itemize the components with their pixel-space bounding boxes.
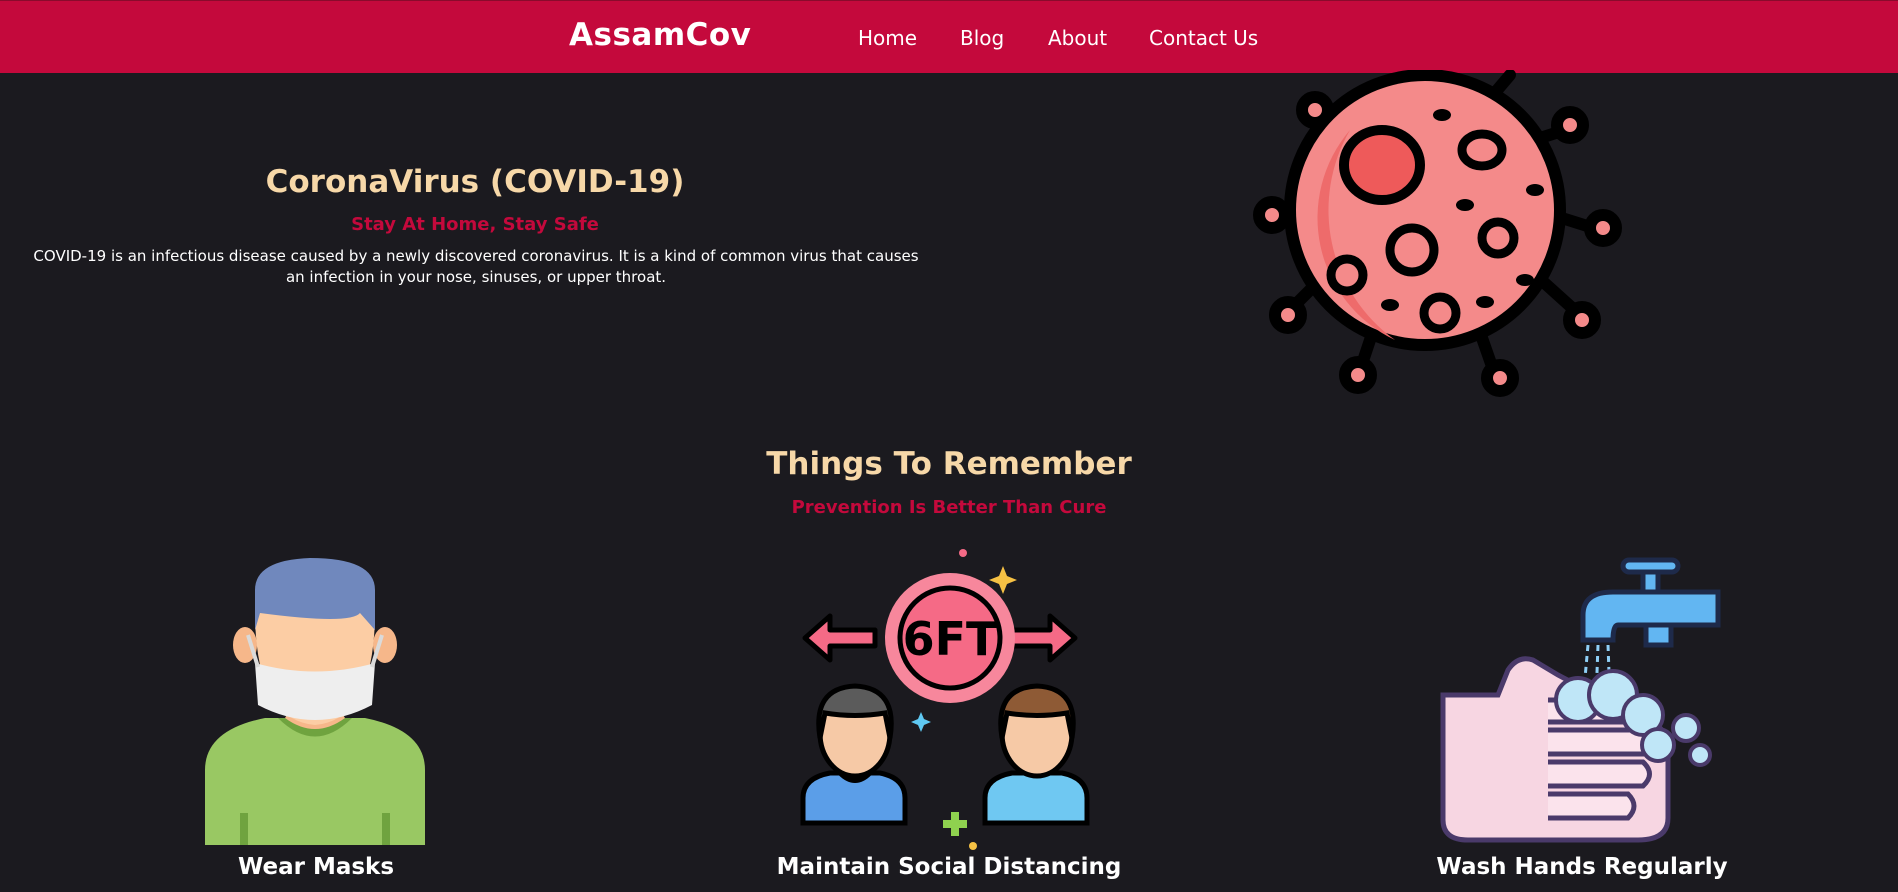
hero-description: COVID-19 is an infectious disease caused… — [33, 247, 919, 286]
card-label-social-distancing: Maintain Social Distancing — [776, 854, 1122, 880]
hero-title: CoronaVirus (COVID-19) — [265, 164, 685, 200]
hand-washing-icon — [1440, 557, 1721, 843]
masked-person-icon — [205, 558, 425, 845]
card-label-wear-masks: Wear Masks — [237, 854, 395, 880]
virus-icon — [1253, 70, 1622, 397]
brand-logo[interactable]: AssamCov — [569, 17, 751, 53]
distance-badge-text: 6FT — [903, 612, 998, 666]
social-distancing-icon: 6FT — [800, 549, 1090, 850]
nav-link-home[interactable]: Home — [858, 26, 917, 50]
navbar: AssamCov Home Blog About Contact Us — [0, 0, 1898, 73]
section-subtitle: Prevention Is Better Than Cure — [791, 497, 1107, 518]
nav-link-about[interactable]: About — [1048, 26, 1107, 50]
card-label-wash-hands: Wash Hands Regularly — [1436, 854, 1728, 880]
hero-subtitle: Stay At Home, Stay Safe — [351, 214, 599, 235]
section-title: Things To Remember — [766, 446, 1132, 482]
nav-link-blog[interactable]: Blog — [960, 26, 1004, 50]
nav-link-contact[interactable]: Contact Us — [1149, 26, 1258, 50]
